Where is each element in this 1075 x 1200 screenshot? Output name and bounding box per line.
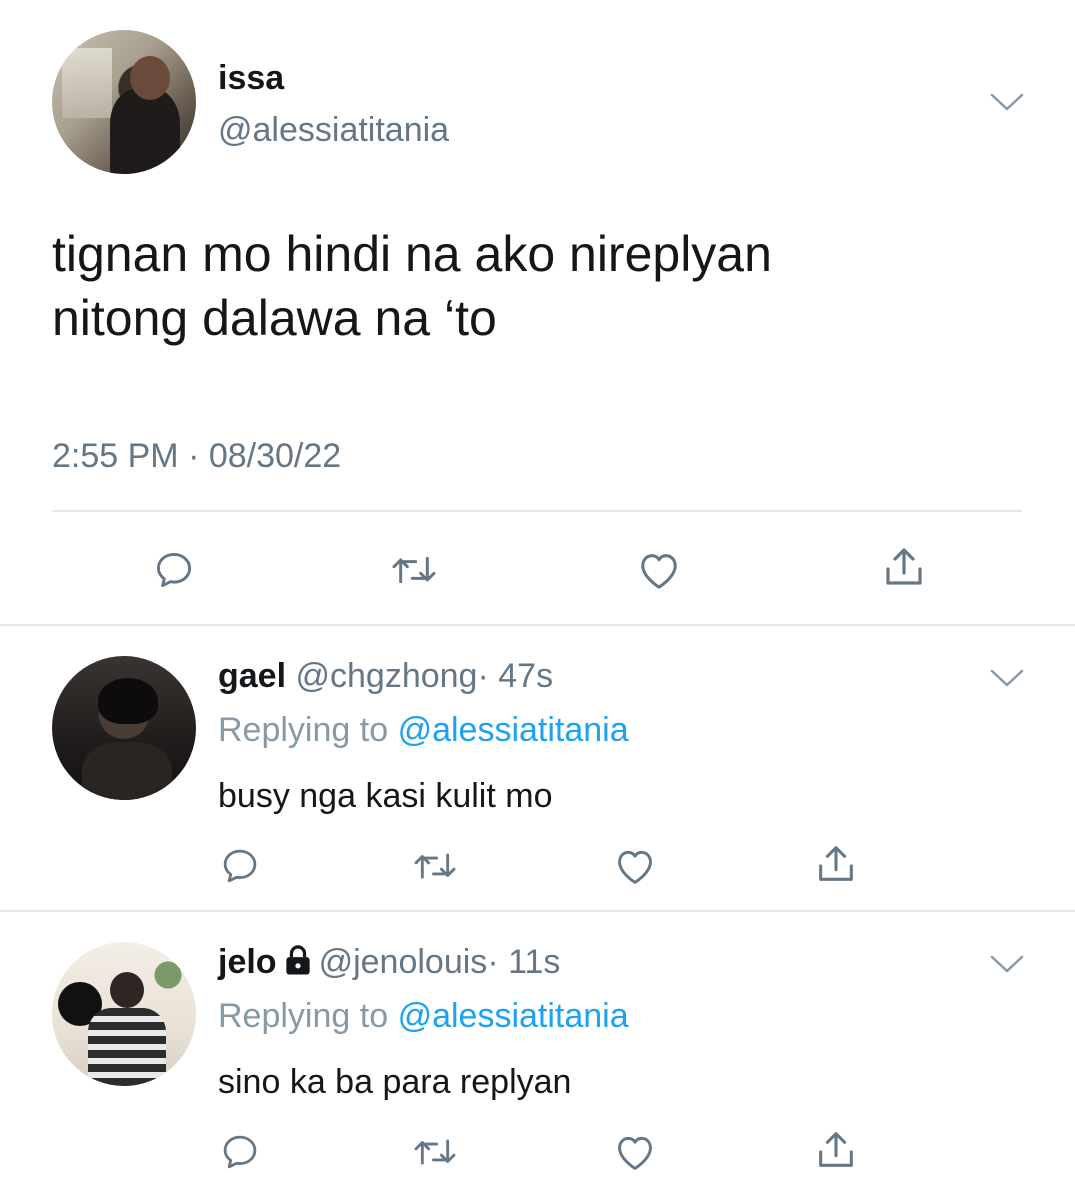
- reply-author-handle[interactable]: @jenolouis: [319, 943, 488, 981]
- reply-tweet[interactable]: jelo @jenolouis· 11s Replying to @alessia…: [0, 912, 1075, 1200]
- reply-text: sino ka ba para replyan: [218, 1063, 572, 1101]
- retweet-button[interactable]: [410, 846, 460, 886]
- chevron-down-icon[interactable]: [990, 92, 1024, 112]
- chevron-down-icon[interactable]: [990, 668, 1024, 688]
- like-icon: [618, 850, 652, 884]
- author-handle[interactable]: @alessiatitania: [218, 110, 449, 150]
- retweet-button[interactable]: [388, 546, 440, 594]
- avatar-jelo[interactable]: [52, 942, 196, 1086]
- lock-icon: [283, 944, 313, 985]
- replying-prefix: Replying to: [218, 997, 389, 1035]
- like-icon: [618, 1136, 652, 1170]
- reply-button[interactable]: [218, 844, 262, 888]
- tweet-text-line: tignan mo hindi na ako nireplyan: [52, 226, 772, 282]
- retweet-icon: [392, 556, 436, 584]
- reply-icon: [223, 849, 257, 883]
- retweet-icon: [414, 853, 456, 879]
- reply-icon: [223, 1135, 257, 1169]
- share-button[interactable]: [878, 542, 930, 592]
- mention-link[interactable]: @alessiatitania: [398, 997, 629, 1035]
- replying-to: Replying to @alessiatitania: [218, 710, 629, 750]
- tweet-text: tignan mo hindi na ako nireplyan nitong …: [52, 222, 1012, 350]
- mention-link[interactable]: @alessiatitania: [398, 711, 629, 749]
- replying-to: Replying to @alessiatitania: [218, 996, 629, 1036]
- retweet-icon: [414, 1139, 456, 1165]
- reply-text: busy nga kasi kulit mo: [218, 777, 553, 815]
- like-button[interactable]: [634, 546, 684, 594]
- share-icon: [819, 1132, 853, 1167]
- reply-header: gael @chgzhong· 47s: [218, 656, 553, 696]
- reply-button[interactable]: [218, 1130, 262, 1174]
- like-button[interactable]: [612, 1130, 658, 1174]
- reply-icon: [156, 552, 192, 588]
- share-button[interactable]: [812, 840, 860, 888]
- like-button[interactable]: [612, 844, 658, 888]
- reply-author-handle[interactable]: @chgzhong: [296, 657, 478, 695]
- reply-time: · 11s: [487, 943, 561, 981]
- reply-button[interactable]: [150, 546, 198, 594]
- main-tweet: issa @alessiatitania tignan mo hindi na …: [0, 0, 1075, 626]
- replying-prefix: Replying to: [218, 711, 389, 749]
- share-button[interactable]: [812, 1126, 860, 1174]
- author-name[interactable]: issa: [218, 58, 284, 98]
- divider: [52, 510, 1022, 512]
- like-icon: [641, 554, 677, 589]
- share-icon: [819, 846, 853, 881]
- chevron-down-icon[interactable]: [990, 954, 1024, 974]
- reply-author-name[interactable]: gael: [218, 657, 286, 695]
- reply-header: jelo @jenolouis· 11s: [218, 942, 560, 985]
- share-icon: [886, 548, 922, 585]
- avatar-gael[interactable]: [52, 656, 196, 800]
- reply-time: · 47s: [477, 657, 554, 695]
- avatar-issa[interactable]: [52, 30, 196, 174]
- reply-tweet[interactable]: gael @chgzhong· 47s Replying to @alessia…: [0, 626, 1075, 912]
- reply-author-name[interactable]: jelo: [218, 943, 277, 981]
- tweet-timestamp[interactable]: 2:55 PM · 08/30/22: [52, 436, 341, 476]
- retweet-button[interactable]: [410, 1132, 460, 1172]
- tweet-text-line: nitong dalawa na ‘to: [52, 290, 497, 346]
